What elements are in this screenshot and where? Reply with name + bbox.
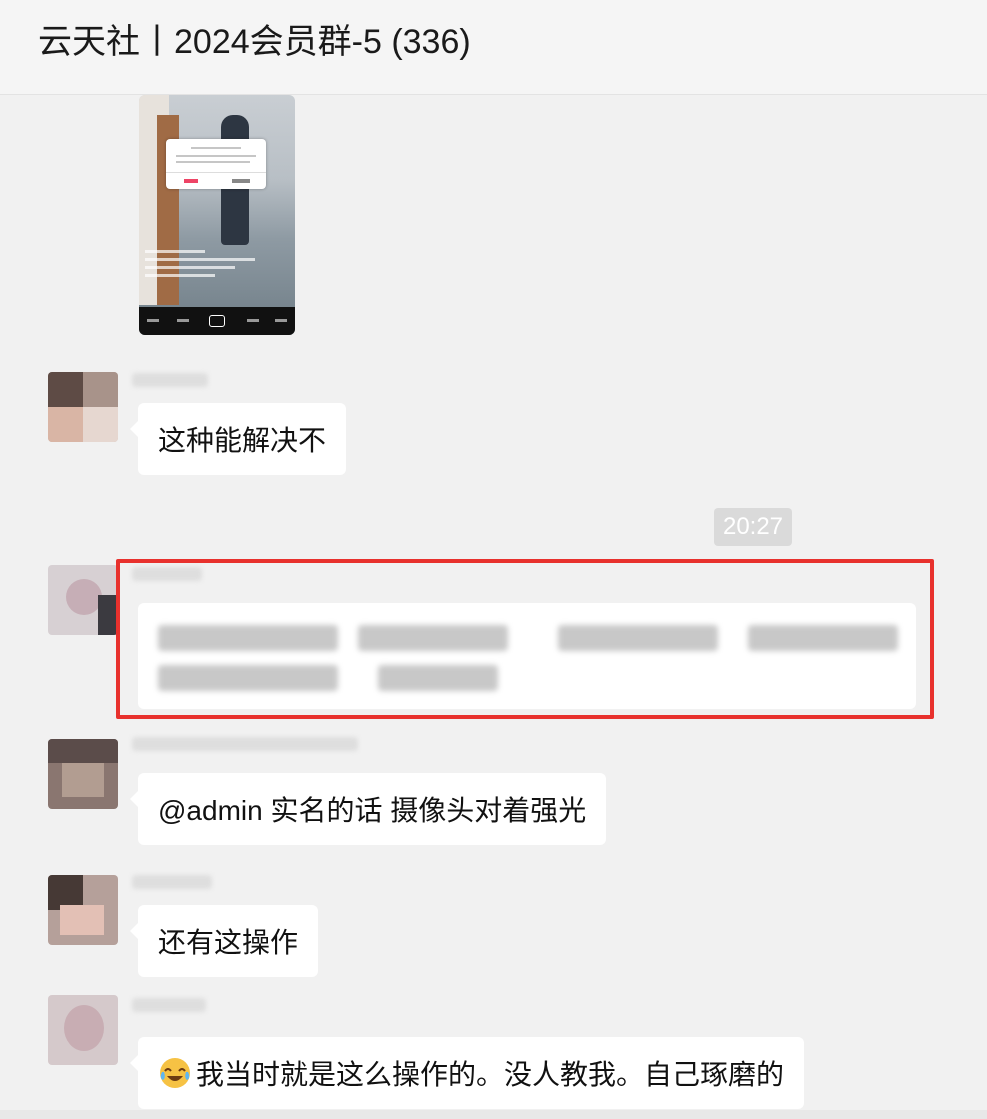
message-text: 这种能解决不 [158,425,327,456]
highlight-box [116,559,934,719]
face-with-tears-of-joy-icon [160,1058,190,1088]
message-text: 还有这操作 [158,927,299,958]
sender-name [132,998,206,1012]
group-title: 云天社丨2024会员群-5 (336) [38,23,471,61]
avatar[interactable] [48,372,118,442]
message-bubble[interactable]: 我当时就是这么操作的。没人教我。自己琢磨的 [129,1037,805,1109]
chat-header: 云天社丨2024会员群-5 (336) [0,0,987,95]
avatar[interactable] [48,995,118,1065]
sender-name [132,875,212,889]
avatar[interactable] [48,565,118,635]
avatar[interactable] [48,739,118,809]
timestamp: 20:27 [714,508,792,546]
shared-screenshot-image[interactable] [139,95,295,335]
sender-name [132,737,358,751]
message-bubble[interactable]: 还有这操作 [129,905,319,977]
message-bubble[interactable]: @admin 实名的话 摄像头对着强光 [129,773,607,845]
message-text: 我当时就是这么操作的。没人教我。自己琢磨的 [196,1059,785,1090]
message-text: @admin 实名的话 摄像头对着强光 [158,795,587,826]
avatar[interactable] [48,875,118,945]
sender-name [132,373,208,387]
message-bubble[interactable]: 这种能解决不 [129,403,347,475]
chat-bottom-edge [0,1110,987,1119]
verification-dialog-thumbnail [166,139,266,189]
chat-area[interactable]: 这种能解决不 20:27 @admin 实名的话 摄像头对着强光 还有这操作 我… [0,95,987,1119]
